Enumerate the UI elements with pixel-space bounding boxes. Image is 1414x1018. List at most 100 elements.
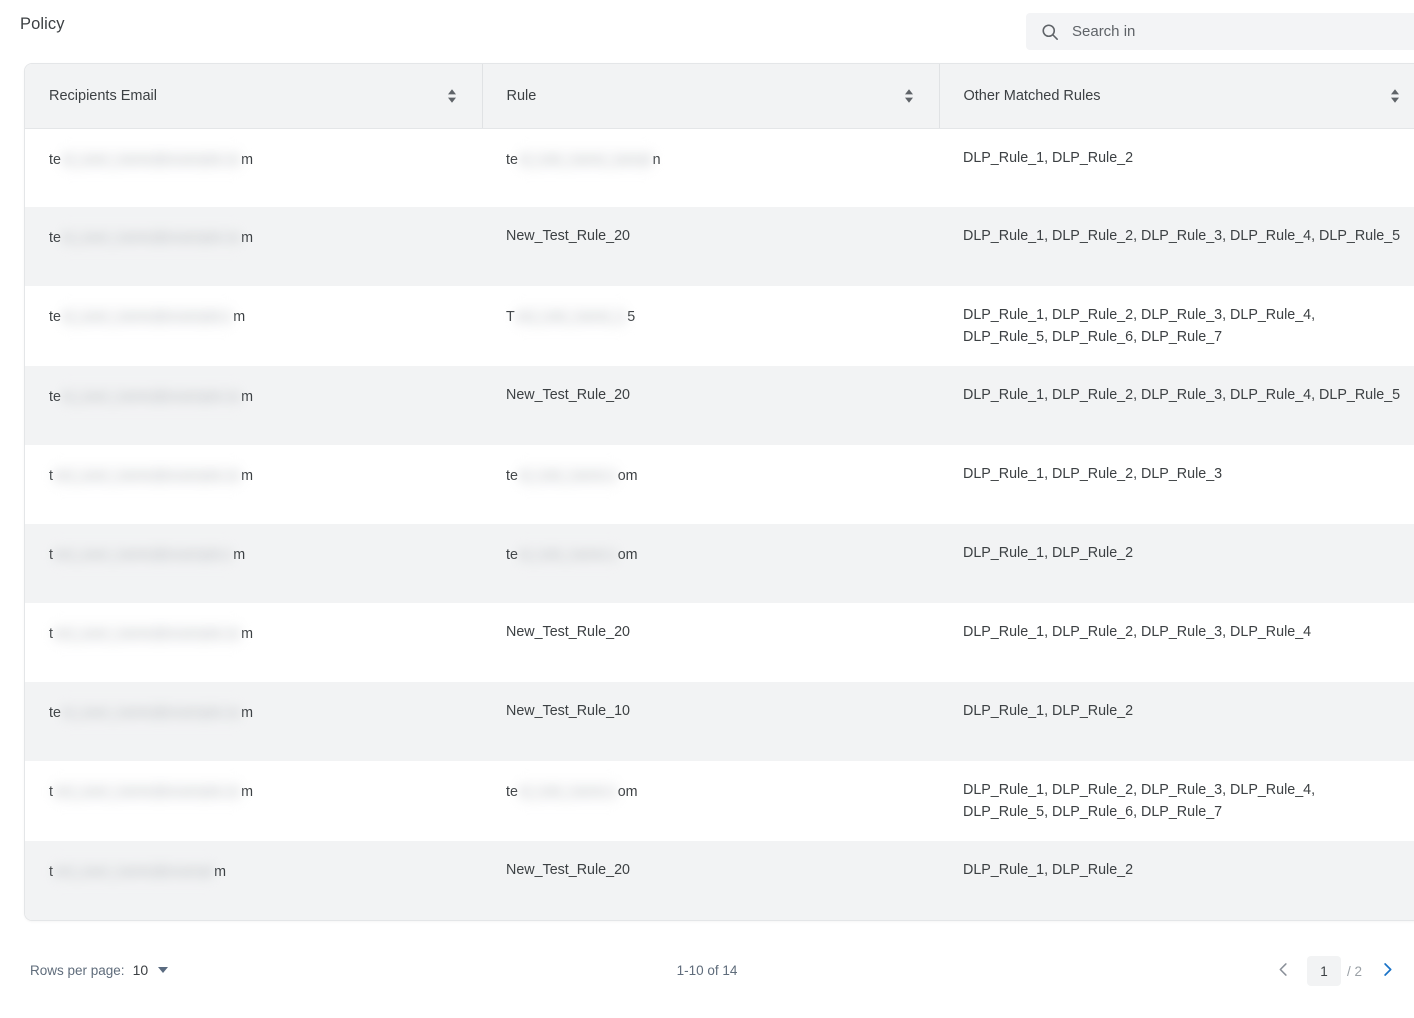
table-row[interactable]: test_user_name@example.com test_rule_name…	[25, 761, 1414, 841]
redacted-email: test_user_name@example.com	[49, 779, 253, 805]
table-row[interactable]: test_user_name@example.com test_rule_name…	[25, 445, 1414, 524]
table-row[interactable]: test_user_name@example.com New_Test_Rule_…	[25, 366, 1414, 445]
rule-redacted-part: st_rule_name.c	[517, 463, 618, 489]
rule-redacted-part: st_rule_name.c	[517, 542, 618, 568]
table-footer: Rows per page: 10 1-10 of 14 1 / 2	[0, 956, 1414, 1018]
next-page-button[interactable]	[1370, 954, 1404, 988]
table-row[interactable]: test_user_name@example.cm Test_rule_name_…	[25, 286, 1414, 366]
cell-rule: New_Test_Rule_20	[482, 366, 939, 445]
cell-rule: New_Test_Rule_20	[482, 841, 939, 920]
email-redacted-part: est_user_name@example.co	[52, 779, 242, 805]
table-row[interactable]: test_user_name@example.com New_Test_Rule_…	[25, 207, 1414, 286]
email-visible-suffix: m	[241, 230, 254, 246]
search-input[interactable]	[1072, 13, 1402, 50]
email-visible-prefix: te	[49, 151, 61, 168]
table-row[interactable]: test_user_name@examplm New_Test_Rule_20 DL…	[25, 841, 1414, 920]
sort-updown-icon[interactable]	[1389, 88, 1401, 104]
column-header-recipients-email[interactable]: Recipients Email	[25, 64, 482, 129]
cell-other-matched-rules: DLP_Rule_1, DLP_Rule_2	[963, 703, 1134, 719]
table-row[interactable]: test_user_name@example.com New_Test_Rule_…	[25, 603, 1414, 682]
email-visible-suffix: m	[241, 705, 254, 721]
table-row[interactable]: test_user_name@example.com New_Test_Rule_…	[25, 682, 1414, 761]
redacted-rule: test_rule_name.com	[506, 779, 638, 805]
cell-recipients-email: test_user_name@examplm	[25, 841, 482, 920]
cell-recipients-email: test_user_name@example.com	[25, 603, 482, 682]
rule-visible-suffix: om	[617, 784, 638, 800]
redacted-email: test_user_name@example.com	[49, 384, 253, 410]
cell-other-matched-rules: DLP_Rule_1, DLP_Rule_2, DLP_Rule_3, DLP_…	[963, 387, 1401, 403]
email-visible-prefix: te	[49, 389, 61, 405]
email-redacted-part: st_user_name@example.co	[60, 700, 242, 726]
cell-rule: New_Test_Rule_20	[482, 603, 939, 682]
column-header-label: Recipients Email	[49, 87, 157, 104]
email-visible-prefix: te	[49, 309, 61, 325]
redacted-email: test_user_name@example.com	[49, 146, 254, 173]
top-bar: Policy	[0, 0, 1414, 56]
cell-recipients-email: test_user_name@example.com	[25, 761, 482, 841]
cell-rule: New_Test_Rule_10	[482, 682, 939, 761]
rule-visible-prefix: T	[506, 309, 515, 325]
table-header: Recipients Email Rule Other Matched Rule…	[25, 64, 1414, 129]
rule-visible-suffix: om	[617, 547, 638, 563]
cell-other-matched-rules: DLP_Rule_1, DLP_Rule_2, DLP_Rule_3, DLP_…	[963, 307, 1316, 345]
cell-rule: test_rule_name.com	[482, 524, 939, 603]
email-visible-suffix: m	[241, 151, 254, 168]
search-icon	[1040, 22, 1060, 42]
rule-redacted-part: st_rule_name.c	[517, 779, 618, 805]
policy-page: Policy Recipients Email	[0, 0, 1414, 1018]
rule-value: New_Test_Rule_20	[506, 228, 630, 244]
redacted-rule: test_rule_name.com	[506, 463, 638, 489]
column-header-other-matched-rules[interactable]: Other Matched Rules	[938, 64, 1414, 129]
redacted-email: test_user_name@example.com	[49, 700, 253, 726]
page-title: Policy	[20, 15, 65, 33]
cell-other-matched-rules: DLP_Rule_1, DLP_Rule_2, DLP_Rule_3, DLP_…	[963, 624, 1312, 640]
table-row[interactable]: test_user_name@example.com test_rule_name…	[25, 128, 1414, 207]
sort-updown-icon[interactable]	[446, 88, 458, 104]
cell-recipients-email: test_user_name@example.com	[25, 207, 482, 286]
cell-rule: test_rule_name.com	[482, 445, 939, 524]
rule-visible-suffix: om	[617, 468, 638, 484]
cell-other-matched-rules: DLP_Rule_1, DLP_Rule_2, DLP_Rule_3, DLP_…	[963, 228, 1401, 244]
rule-visible-prefix: te	[506, 151, 518, 168]
total-pages-label: / 2	[1346, 963, 1362, 979]
email-redacted-part: est_user_name@example.co	[52, 463, 242, 489]
column-header-rule[interactable]: Rule	[481, 64, 939, 129]
redacted-rule: test_rule_name.com	[506, 542, 638, 568]
rule-value: New_Test_Rule_20	[506, 624, 630, 640]
rule-visible-prefix: te	[506, 784, 518, 800]
rule-value: New_Test_Rule_20	[506, 862, 630, 878]
column-header-label: Other Matched Rules	[963, 87, 1101, 104]
table-header-row: Recipients Email Rule Other Matched Rule…	[25, 64, 1414, 129]
email-visible-suffix: m	[214, 864, 227, 880]
email-redacted-part: st_user_name@example.c	[60, 304, 234, 330]
policy-table: Recipients Email Rule Other Matched Rule…	[25, 64, 1414, 920]
redacted-email: test_user_name@examplm	[49, 859, 226, 885]
search-box[interactable]	[1026, 13, 1414, 50]
chevron-right-icon	[1378, 960, 1397, 982]
redacted-email: test_user_name@example.cm	[49, 304, 245, 330]
current-page-indicator[interactable]: 1	[1306, 956, 1341, 986]
sort-updown-icon[interactable]	[903, 88, 915, 104]
cell-rule: Test_rule_name_15	[482, 286, 939, 366]
cell-rule: test_rule_name_sampln	[482, 128, 939, 207]
cell-other-matched-rules: DLP_Rule_1, DLP_Rule_2	[963, 545, 1134, 561]
previous-page-button[interactable]	[1267, 954, 1301, 988]
email-visible-suffix: m	[233, 547, 246, 563]
email-visible-suffix: m	[241, 468, 254, 484]
redacted-rule: test_rule_name_sampln	[506, 146, 661, 173]
cell-other-matched-rules: DLP_Rule_1, DLP_Rule_2	[963, 149, 1134, 166]
cell-other-matched-rules: DLP_Rule_1, DLP_Rule_2, DLP_Rule_3	[963, 466, 1223, 482]
cell-rule: test_rule_name.com	[482, 761, 939, 841]
table-row[interactable]: test_user_name@example.cm test_rule_name.…	[25, 524, 1414, 603]
rule-visible-prefix: te	[506, 468, 518, 484]
rule-visible-prefix: te	[506, 547, 518, 563]
column-header-label: Rule	[506, 87, 537, 104]
email-visible-suffix: m	[241, 389, 254, 405]
email-redacted-part: st_user_name@example.co	[60, 225, 242, 251]
redacted-email: test_user_name@example.com	[49, 621, 253, 647]
redacted-rule: Test_rule_name_15	[506, 304, 635, 330]
email-visible-suffix: m	[241, 626, 254, 642]
chevron-left-icon	[1274, 960, 1293, 982]
redacted-email: test_user_name@example.cm	[49, 542, 245, 568]
rule-redacted-part: st_rule_name_sampl	[517, 146, 653, 173]
